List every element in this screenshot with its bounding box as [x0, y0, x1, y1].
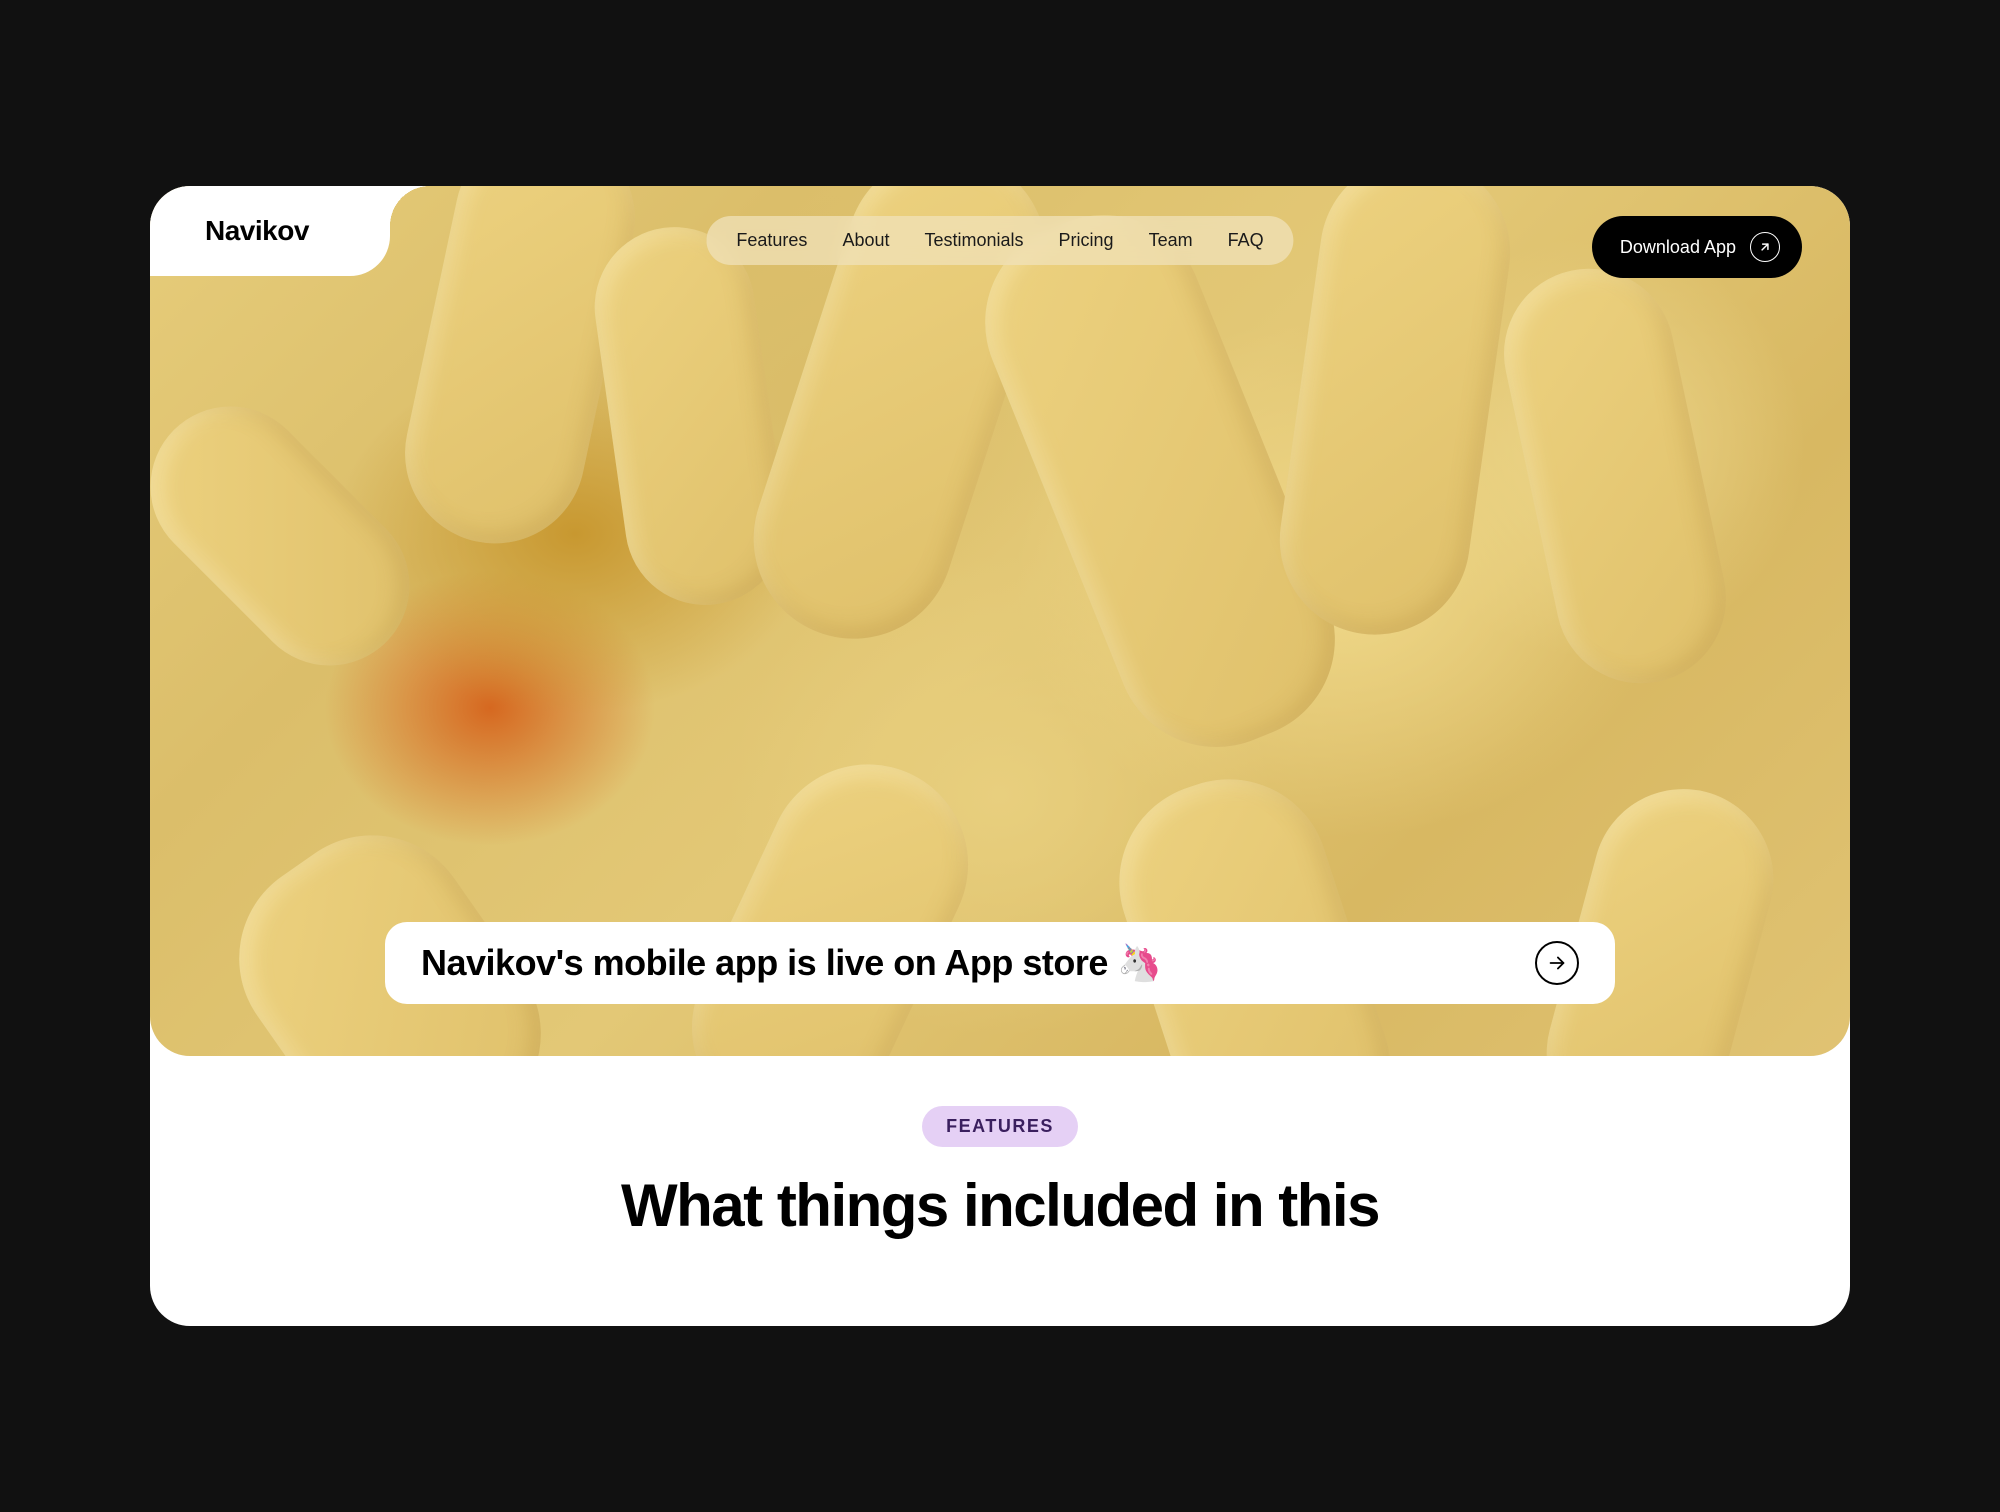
features-section: FEATURES What things included in this: [150, 1056, 1850, 1240]
features-badge: FEATURES: [922, 1106, 1078, 1147]
download-app-button[interactable]: Download App: [1592, 216, 1802, 278]
nav-team[interactable]: Team: [1149, 230, 1193, 251]
logo-tab[interactable]: Navikov: [150, 186, 390, 276]
decorative-shape: [1488, 253, 1742, 699]
features-heading: What things included in this: [621, 1171, 1379, 1240]
decorative-shape: [1268, 186, 1523, 647]
nav-testimonials[interactable]: Testimonials: [924, 230, 1023, 251]
announcement-bar[interactable]: Navikov's mobile app is live on App stor…: [385, 922, 1615, 1004]
hero-section: Navikov Features About Testimonials Pric…: [150, 186, 1850, 1056]
nav-pricing[interactable]: Pricing: [1059, 230, 1114, 251]
nav-about[interactable]: About: [842, 230, 889, 251]
decorative-shape: [1093, 753, 1416, 1056]
announcement-text: Navikov's mobile app is live on App stor…: [421, 942, 1162, 984]
decorative-shape: [659, 732, 1001, 1056]
decorative-shape: [1526, 769, 1793, 1056]
arrow-right-icon[interactable]: [1535, 941, 1579, 985]
arrow-up-right-icon: [1750, 232, 1780, 262]
main-nav: Features About Testimonials Pricing Team…: [706, 216, 1293, 265]
nav-features[interactable]: Features: [736, 230, 807, 251]
brand-logo: Navikov: [205, 215, 309, 247]
decorative-shape: [150, 373, 443, 698]
app-window: Navikov Features About Testimonials Pric…: [150, 186, 1850, 1326]
download-button-label: Download App: [1620, 237, 1736, 258]
nav-faq[interactable]: FAQ: [1228, 230, 1264, 251]
